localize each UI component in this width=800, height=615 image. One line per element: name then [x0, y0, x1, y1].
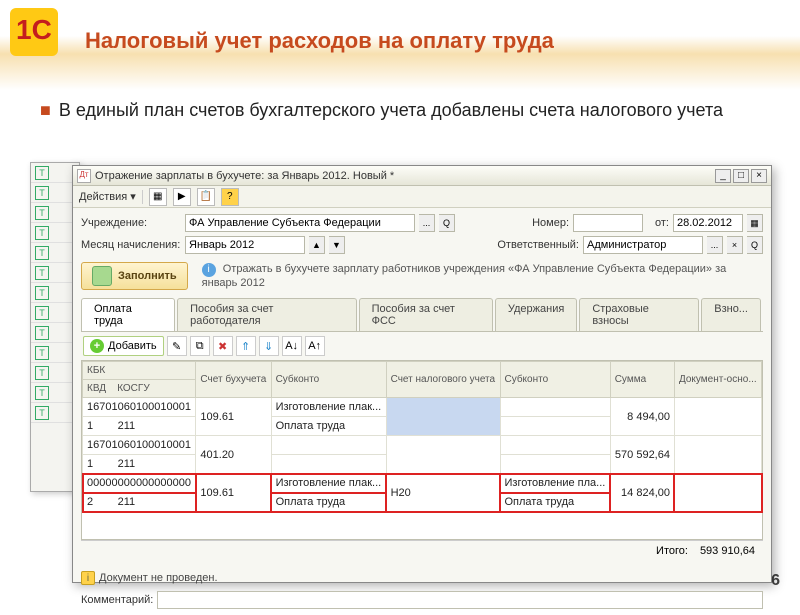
org-open-button[interactable]: Q	[439, 214, 455, 232]
resp-label: Ответственный:	[497, 239, 579, 251]
month-up-button[interactable]: ▲	[309, 236, 325, 254]
move-up-button[interactable]: ⇑	[236, 336, 256, 356]
account-icon: T	[35, 166, 49, 180]
month-field[interactable]: Январь 2012	[185, 236, 305, 254]
col-acct[interactable]: Счет бухучета	[196, 362, 271, 398]
col-kbk[interactable]: КБК	[83, 362, 196, 380]
document-icon: Дт	[77, 169, 91, 183]
grid-footer: Итого: 593 910,64	[81, 540, 763, 561]
col-nsub[interactable]: Субконто	[500, 362, 610, 398]
tab-salary[interactable]: Оплата труда	[81, 298, 175, 331]
table-row[interactable]: 16701060100010001 109.61 Изготовление пл…	[83, 398, 762, 417]
resp-select-button[interactable]: ...	[707, 236, 723, 254]
edit-row-button[interactable]: ✎	[167, 336, 187, 356]
number-label: Номер:	[532, 217, 569, 229]
close-button[interactable]: ×	[751, 169, 767, 183]
data-grid[interactable]: КБК Счет бухучета Субконто Счет налогово…	[81, 360, 763, 540]
window-titlebar[interactable]: Дт Отражение зарплаты в бухучете: за Янв…	[73, 166, 771, 186]
tab-insurance[interactable]: Страховые взносы	[579, 298, 699, 331]
comment-label: Комментарий:	[81, 594, 153, 606]
month-label: Месяц начисления:	[81, 239, 181, 251]
resp-open-button[interactable]: Q	[747, 236, 763, 254]
org-select-button[interactable]: ...	[419, 214, 435, 232]
grid-toolbar: +Добавить ✎ ⧉ ✖ ⇑ ⇓ A↓ A↑	[81, 332, 763, 360]
toolbar-help-button[interactable]: ?	[221, 188, 239, 206]
copy-row-button[interactable]: ⧉	[190, 336, 210, 356]
col-kvd-kosgu[interactable]: КВД КОСГУ	[83, 380, 196, 398]
toolbar-button-3[interactable]: 📋	[197, 188, 215, 206]
minimize-button[interactable]: _	[715, 169, 731, 183]
table-row[interactable]: 16701060100010001 401.20 570 592,64	[83, 436, 762, 455]
tab-fss-benefits[interactable]: Пособия за счет ФСС	[359, 298, 493, 331]
slide-title: Налоговый учет расходов на оплату труда	[85, 28, 554, 54]
number-field[interactable]	[573, 214, 643, 232]
status-bar: i Документ не проведен.	[73, 567, 771, 589]
toolbar: Действия ▾ ▦ ▶ 📋 ?	[73, 186, 771, 208]
resp-field[interactable]: Администратор	[583, 236, 703, 254]
slide-bullet: ■В единый план счетов бухгалтерского уче…	[40, 100, 760, 121]
fill-button[interactable]: Заполнить	[81, 262, 188, 290]
tab-deductions[interactable]: Удержания	[495, 298, 577, 331]
tab-bar: Оплата труда Пособия за счет работодател…	[81, 298, 763, 332]
date-field[interactable]: 28.02.2012	[673, 214, 743, 232]
maximize-button[interactable]: □	[733, 169, 749, 183]
tab-employer-benefits[interactable]: Пособия за счет работодателя	[177, 298, 357, 331]
add-row-button[interactable]: +Добавить	[83, 336, 164, 356]
table-row[interactable]: 00000000000000000 109.61 Изготовление пл…	[83, 474, 762, 493]
info-icon: i	[202, 263, 216, 277]
total-value: 593 910,64	[700, 545, 755, 557]
col-sum[interactable]: Сумма	[610, 362, 674, 398]
tab-more[interactable]: Взно...	[701, 298, 761, 331]
total-label: Итого:	[656, 545, 688, 557]
date-label: от:	[655, 217, 669, 229]
resp-clear-button[interactable]: ×	[727, 236, 743, 254]
page-number: 6	[771, 572, 780, 590]
app-logo: 1C	[10, 8, 58, 56]
toolbar-button-1[interactable]: ▦	[149, 188, 167, 206]
date-picker-button[interactable]: ▦	[747, 214, 763, 232]
comment-field[interactable]	[157, 591, 763, 609]
col-sub[interactable]: Субконто	[271, 362, 386, 398]
col-nacct[interactable]: Счет налогового учета	[386, 362, 500, 398]
hint-text: i Отражать в бухучете зарплату работнико…	[202, 263, 763, 289]
org-field[interactable]: ФА Управление Субъекта Федерации	[185, 214, 415, 232]
org-label: Учреждение:	[81, 217, 181, 229]
col-doc[interactable]: Документ-осно...	[674, 362, 761, 398]
toolbar-button-2[interactable]: ▶	[173, 188, 191, 206]
actions-menu[interactable]: Действия ▾	[79, 190, 136, 203]
month-down-button[interactable]: ▼	[329, 236, 345, 254]
move-down-button[interactable]: ⇓	[259, 336, 279, 356]
fill-icon	[92, 266, 112, 286]
delete-row-button[interactable]: ✖	[213, 336, 233, 356]
window-title: Отражение зарплаты в бухучете: за Январь…	[95, 170, 713, 182]
document-window: Дт Отражение зарплаты в бухучете: за Янв…	[72, 165, 772, 583]
sort-desc-button[interactable]: A↑	[305, 336, 325, 356]
warning-icon: i	[81, 571, 95, 585]
sort-asc-button[interactable]: A↓	[282, 336, 302, 356]
